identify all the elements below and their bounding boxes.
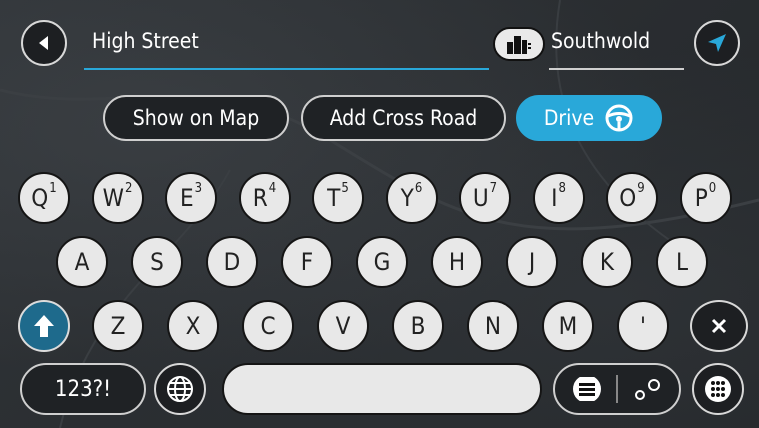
key-letter: U bbox=[472, 184, 489, 212]
key-q[interactable]: Q1 bbox=[18, 172, 70, 224]
numbers-symbols-key[interactable]: 123?! bbox=[20, 363, 146, 415]
key-letter: N bbox=[484, 312, 502, 340]
keypad-key[interactable] bbox=[692, 363, 744, 415]
key-c[interactable]: C bbox=[242, 300, 294, 352]
back-arrow-icon bbox=[39, 36, 48, 50]
back-button[interactable] bbox=[21, 20, 67, 66]
key-x[interactable]: X bbox=[167, 300, 219, 352]
city-input[interactable]: Southwold bbox=[551, 29, 650, 53]
key-letter: P bbox=[694, 184, 708, 212]
key-digit: 5 bbox=[341, 180, 349, 196]
key-y[interactable]: Y6 bbox=[385, 172, 438, 224]
street-input-underline bbox=[84, 68, 489, 70]
key-u[interactable]: U7 bbox=[459, 172, 511, 224]
key-letter: Z bbox=[110, 312, 126, 340]
key-letter: A bbox=[74, 248, 90, 276]
list-route-toggle[interactable] bbox=[553, 363, 681, 415]
key-letter: R bbox=[252, 184, 268, 212]
drive-button[interactable]: Drive bbox=[516, 95, 662, 141]
steering-wheel-icon bbox=[605, 104, 633, 132]
key-letter: O bbox=[619, 184, 637, 212]
street-search-input[interactable]: High Street bbox=[92, 29, 199, 53]
key-letter: G bbox=[373, 248, 391, 276]
key-digit: 8 bbox=[558, 180, 566, 196]
key-letter: Y bbox=[400, 184, 414, 212]
key-e[interactable]: E3 bbox=[165, 172, 217, 224]
language-key[interactable] bbox=[154, 363, 206, 415]
key-m[interactable]: M bbox=[542, 300, 594, 352]
key-digit: 7 bbox=[489, 180, 498, 196]
key-w[interactable]: W2 bbox=[91, 172, 144, 224]
key-b[interactable]: B bbox=[392, 300, 444, 352]
add-cross-road-button[interactable]: Add Cross Road bbox=[301, 95, 506, 141]
key-letter: J bbox=[528, 248, 536, 276]
key-letter: Q bbox=[31, 184, 49, 212]
key-digit: 1 bbox=[49, 180, 57, 196]
key-s[interactable]: S bbox=[131, 236, 183, 288]
key-t[interactable]: T5 bbox=[312, 172, 364, 224]
key-j[interactable]: J bbox=[506, 236, 558, 288]
key-digit: 9 bbox=[637, 180, 645, 196]
key-l[interactable]: L bbox=[656, 236, 708, 288]
backspace-icon bbox=[711, 318, 727, 334]
key-v[interactable]: V bbox=[317, 300, 369, 352]
key-letter: ' bbox=[640, 312, 646, 340]
key-digit: 3 bbox=[194, 180, 203, 196]
key-letter: E bbox=[179, 184, 194, 212]
key-i[interactable]: I8 bbox=[532, 172, 585, 224]
key-a[interactable]: A bbox=[56, 236, 108, 288]
drive-label: Drive bbox=[543, 106, 595, 130]
key-letter: I bbox=[551, 184, 558, 212]
key-digit: 6 bbox=[414, 180, 423, 196]
keypad-icon bbox=[705, 376, 731, 402]
key-letter: B bbox=[410, 312, 426, 340]
key-letter: X bbox=[185, 312, 201, 340]
globe-icon bbox=[167, 376, 193, 402]
show-on-map-button[interactable]: Show on Map bbox=[103, 95, 289, 141]
key-letter: W bbox=[102, 184, 124, 212]
key-g[interactable]: G bbox=[356, 236, 408, 288]
key-k[interactable]: K bbox=[581, 236, 633, 288]
route-icon[interactable] bbox=[632, 377, 662, 401]
key-letter: F bbox=[300, 248, 314, 276]
toggle-divider bbox=[616, 375, 618, 403]
key-letter: T bbox=[327, 184, 341, 212]
key-letter: K bbox=[599, 248, 615, 276]
current-location-button[interactable] bbox=[694, 20, 740, 66]
key-digit: 0 bbox=[708, 180, 717, 196]
shift-key[interactable] bbox=[18, 300, 70, 352]
city-buildings-icon bbox=[507, 36, 531, 54]
key-letter: M bbox=[558, 312, 578, 340]
key-letter: D bbox=[223, 248, 241, 276]
key-r[interactable]: R4 bbox=[238, 172, 291, 224]
key-o[interactable]: O9 bbox=[606, 172, 658, 224]
key-d[interactable]: D bbox=[206, 236, 258, 288]
list-icon[interactable] bbox=[572, 377, 602, 401]
backspace-key[interactable] bbox=[690, 300, 748, 352]
key-letter: C bbox=[260, 312, 276, 340]
key-n[interactable]: N bbox=[467, 300, 519, 352]
city-input-underline bbox=[549, 68, 684, 70]
space-bar[interactable] bbox=[222, 363, 542, 415]
key-z[interactable]: Z bbox=[92, 300, 144, 352]
key-digit: 4 bbox=[268, 180, 277, 196]
current-location-arrow-icon bbox=[708, 34, 726, 52]
key-letter: H bbox=[448, 248, 466, 276]
key-p[interactable]: P0 bbox=[679, 172, 732, 224]
key-f[interactable]: F bbox=[281, 236, 333, 288]
city-toggle-button[interactable] bbox=[493, 27, 545, 61]
key-letter: S bbox=[150, 248, 164, 276]
key-letter: V bbox=[335, 312, 351, 340]
key-letter: L bbox=[675, 248, 689, 276]
key-digit: 2 bbox=[124, 180, 133, 196]
key-h[interactable]: H bbox=[431, 236, 483, 288]
shift-arrow-icon bbox=[34, 315, 54, 337]
key-apostrophe[interactable]: ' bbox=[617, 300, 669, 352]
